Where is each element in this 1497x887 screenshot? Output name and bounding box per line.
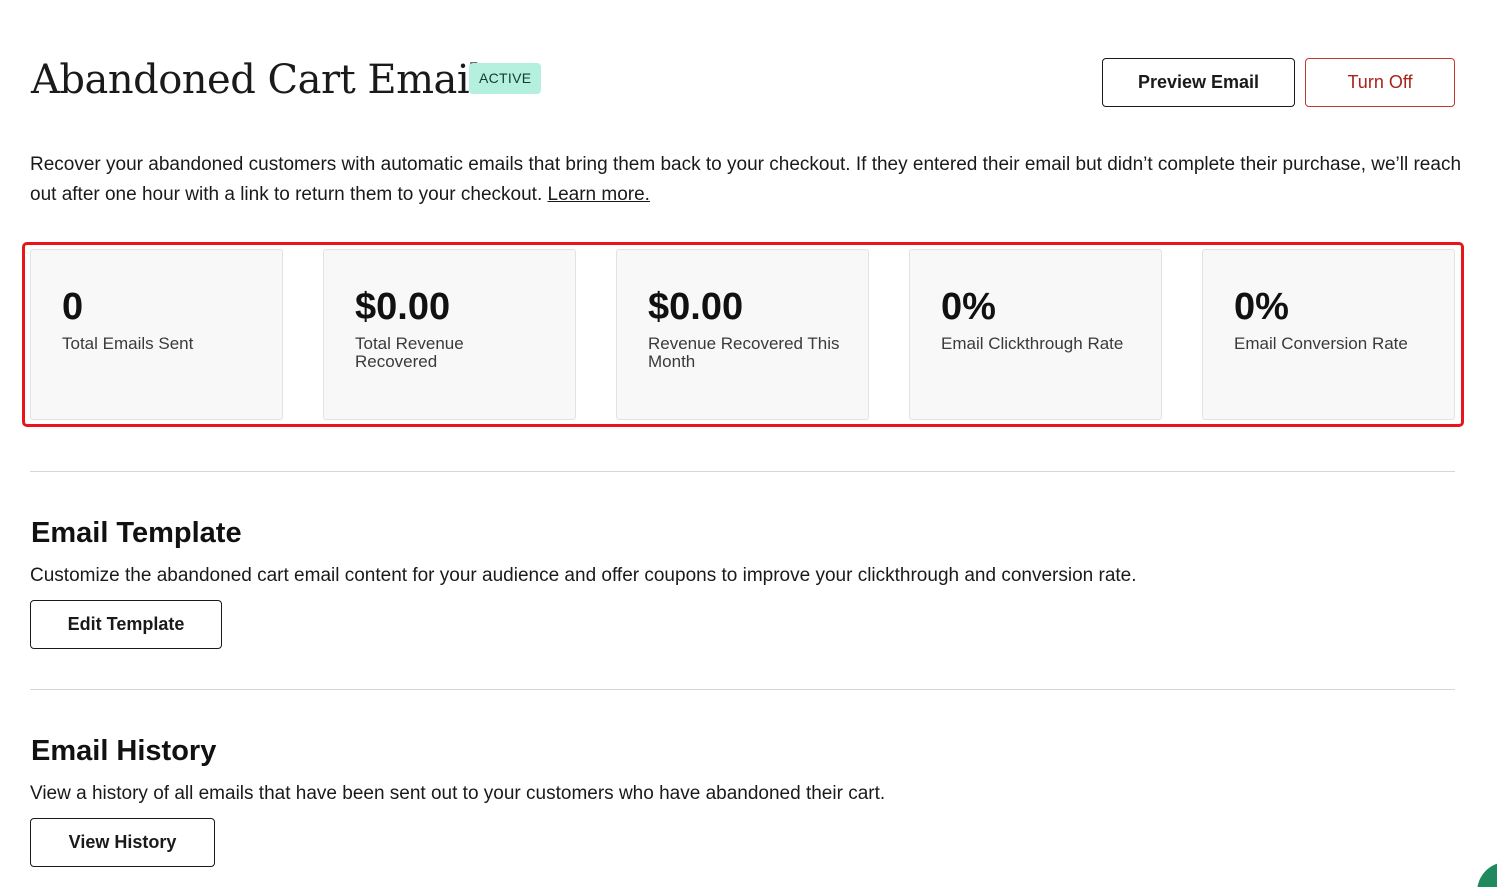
section-divider (30, 689, 1455, 690)
page-title: Abandoned Cart Emails (31, 57, 502, 103)
stat-value: 0 (62, 286, 84, 328)
preview-email-button[interactable]: Preview Email (1102, 58, 1295, 107)
stat-label: Email Clickthrough Rate (941, 334, 1124, 353)
email-template-title: Email Template (31, 517, 242, 549)
view-history-button[interactable]: View History (30, 818, 215, 867)
learn-more-link[interactable]: Learn more. (548, 184, 650, 205)
stat-label: Total Emails Sent (62, 334, 194, 353)
stat-label: Email Conversion Rate (1234, 334, 1408, 353)
stat-card-email-conversion-rate: 0% Email Conversion Rate (1202, 249, 1455, 420)
stat-label: Total Revenue Recovered (355, 334, 464, 371)
stat-value: $0.00 (355, 286, 451, 328)
email-history-description: View a history of all emails that have b… (30, 783, 886, 804)
email-template-description: Customize the abandoned cart email conte… (30, 565, 1137, 586)
status-badge: ACTIVE (469, 63, 542, 94)
stat-value: 0% (941, 286, 996, 328)
stat-value: $0.00 (648, 286, 744, 328)
stat-card-total-revenue-recovered: $0.00 Total Revenue Recovered (323, 249, 576, 420)
page: Abandoned Cart Emails ACTIVE Preview Ema… (0, 0, 1497, 887)
email-history-title: Email History (31, 735, 217, 767)
stat-card-email-clickthrough-rate: 0% Email Clickthrough Rate (909, 249, 1162, 420)
chat-launcher-button[interactable] (1477, 862, 1497, 887)
edit-template-button[interactable]: Edit Template (30, 600, 222, 649)
stat-label: Revenue Recovered This Month (648, 334, 840, 371)
stat-value: 0% (1234, 286, 1289, 328)
section-divider (30, 471, 1455, 472)
intro-body: Recover your abandoned customers with au… (30, 154, 1462, 205)
stat-card-total-emails-sent: 0 Total Emails Sent (30, 249, 283, 420)
stat-card-revenue-recovered-this-month: $0.00 Revenue Recovered This Month (616, 249, 869, 420)
intro-text: Recover your abandoned customers with au… (30, 150, 1470, 210)
turn-off-button[interactable]: Turn Off (1305, 58, 1455, 107)
